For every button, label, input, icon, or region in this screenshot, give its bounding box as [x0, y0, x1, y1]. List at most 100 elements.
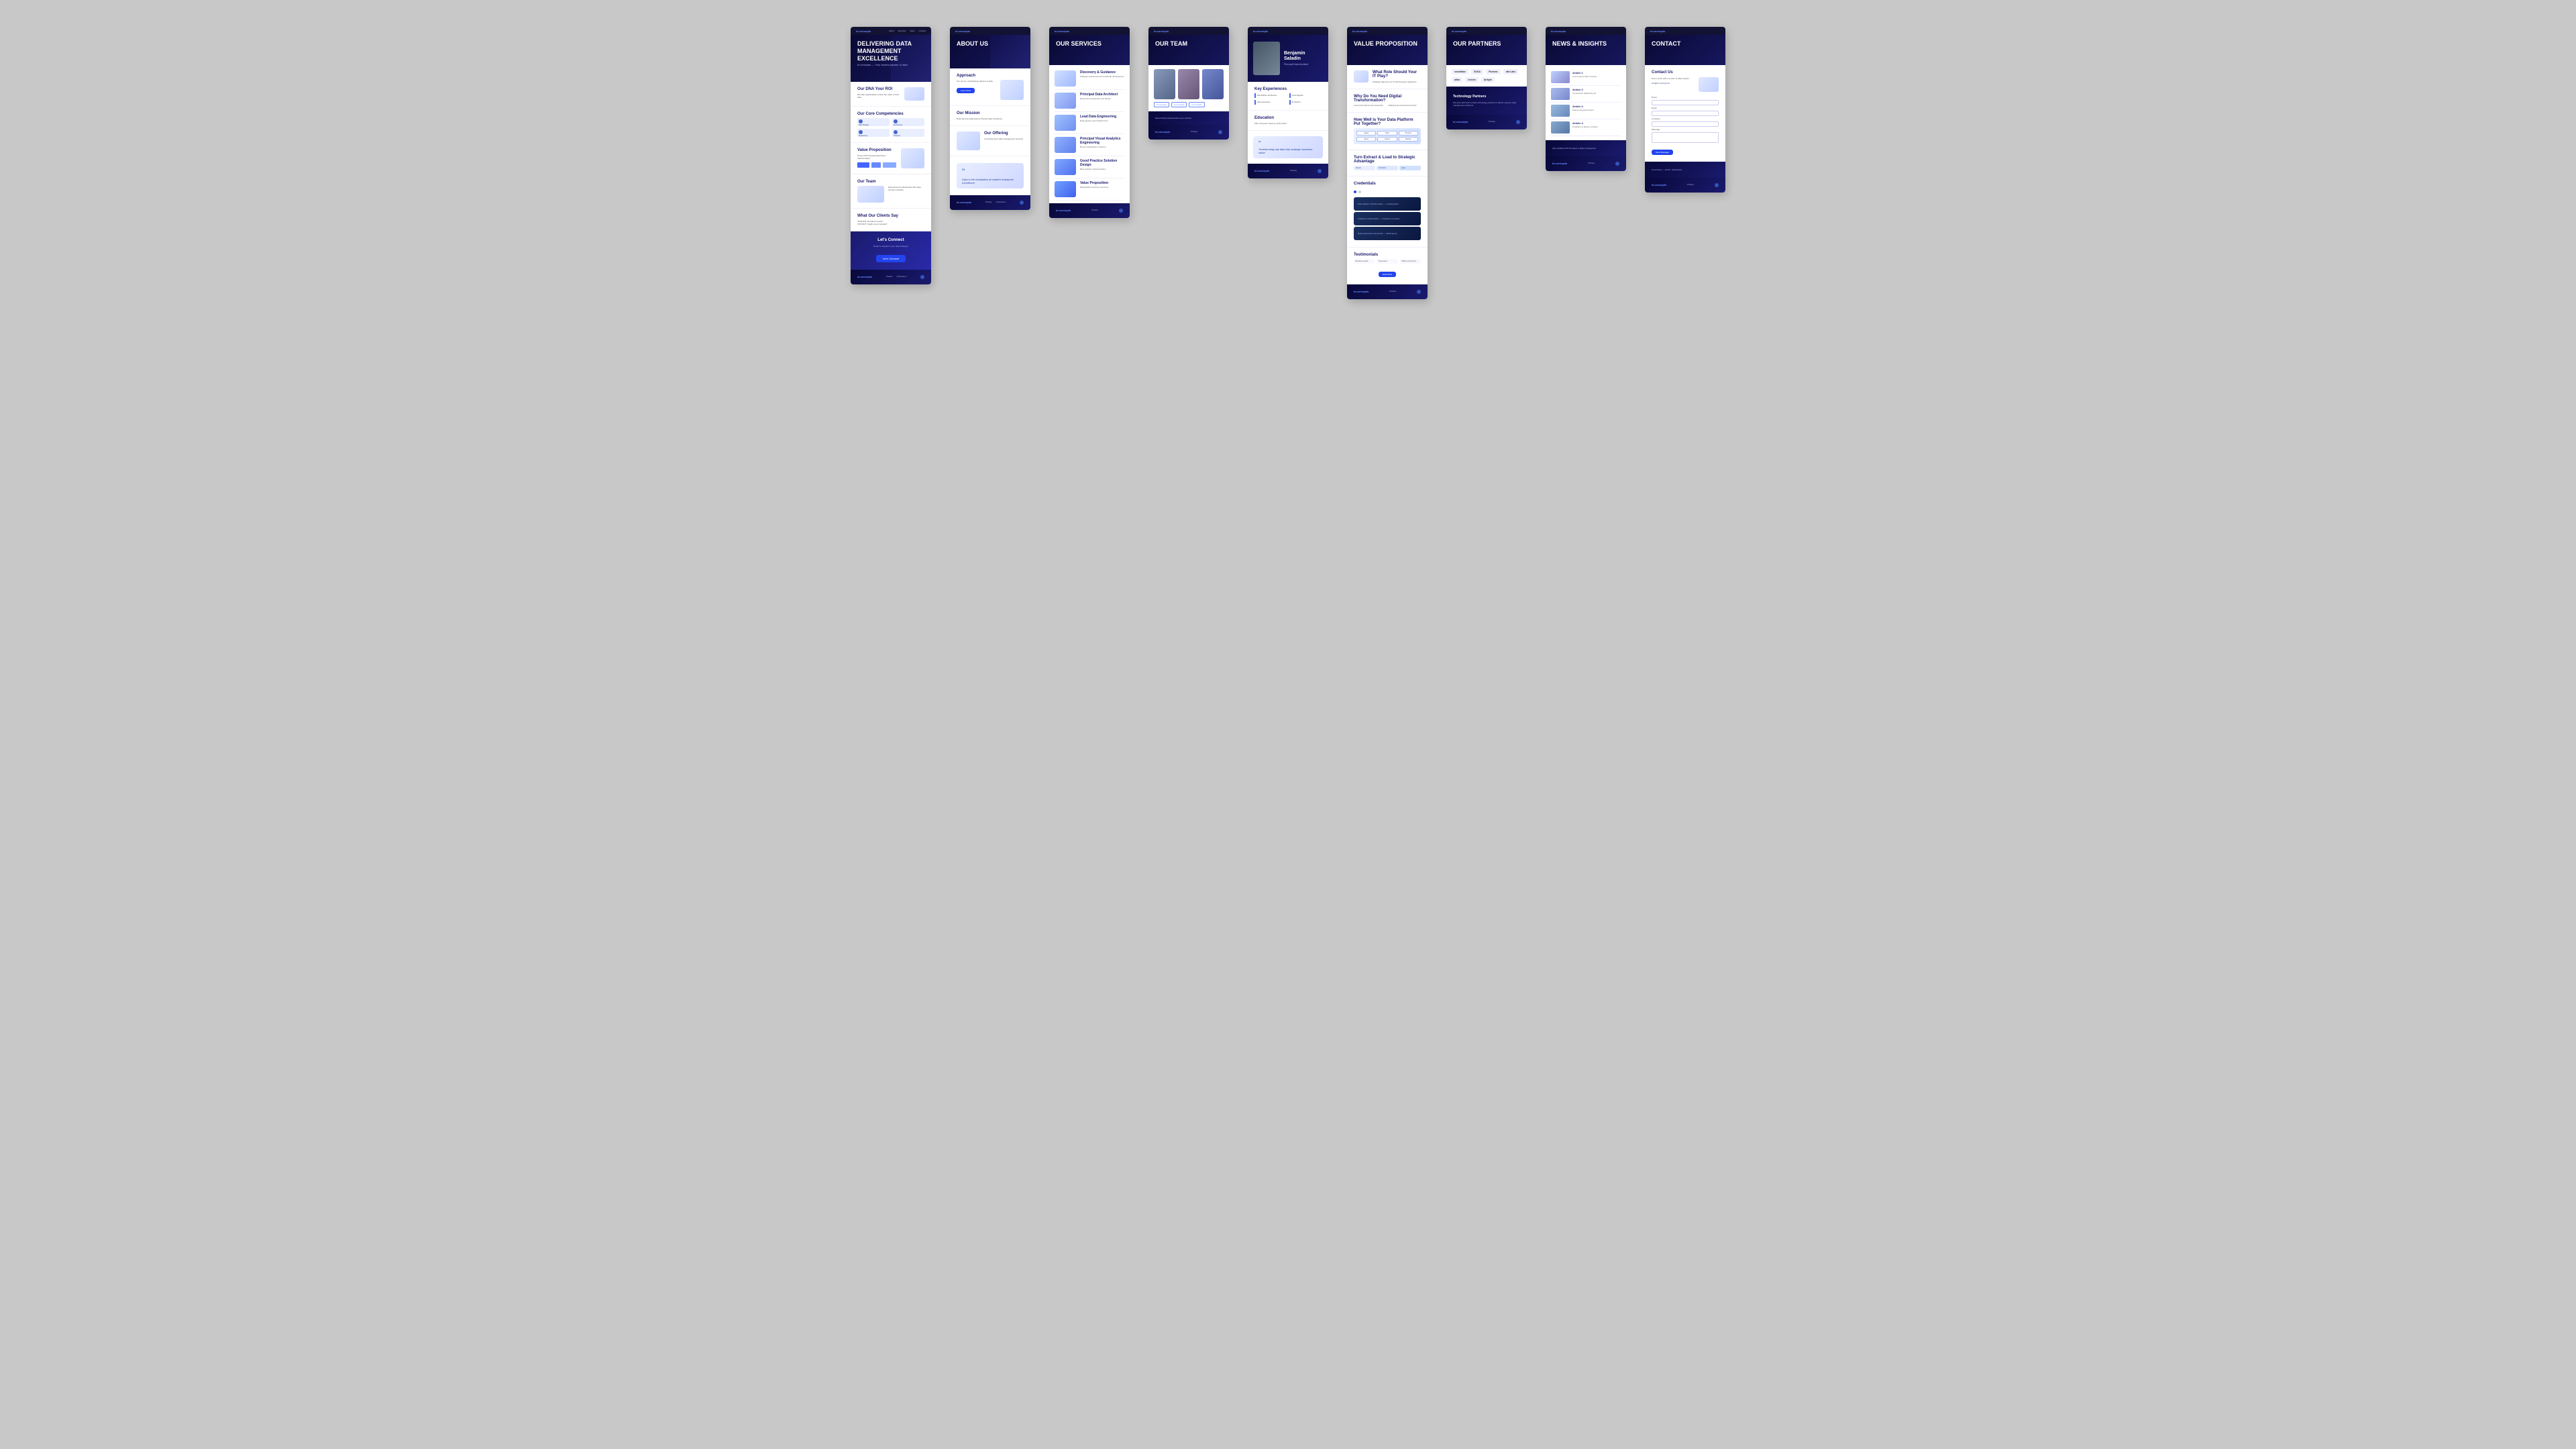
home-competencies-title: Our Core Competencies — [857, 112, 924, 116]
contact-message-input[interactable] — [1652, 132, 1719, 143]
person-experiences-content: Data Platform Architecture Cloud Migrati… — [1254, 93, 1322, 105]
services-hero-text: OUR SERVICES — [1049, 35, 1130, 53]
value-digital-section: Why Do You Need Digital Transformation? … — [1347, 89, 1428, 113]
contact-linkedin-icon[interactable] — [1715, 183, 1719, 187]
news-footer-logo: bi.concepts — [1552, 162, 1567, 165]
partners-footer-link-1[interactable]: Privacy — [1489, 120, 1495, 123]
team-nav-logo: bi.concepts — [1154, 30, 1169, 33]
team-footer: bi.concepts Privacy — [1148, 125, 1229, 140]
home-dna-text: We help organizations unlock the value o… — [857, 93, 900, 99]
services-nav: bi.concepts — [1049, 27, 1130, 35]
nav-contact[interactable]: Contact — [919, 30, 926, 32]
home-dna-image — [904, 87, 924, 101]
value-etl-title: Turn Extract & Load to Strategic Advanta… — [1354, 156, 1421, 164]
partners-hero: OUR PARTNERS — [1446, 35, 1527, 65]
partners-hero-text: OUR PARTNERS — [1446, 35, 1527, 53]
cred-dot-1[interactable] — [1354, 191, 1356, 193]
person-linkedin-icon[interactable] — [1318, 169, 1322, 173]
home-competencies-grid: Data Strategy Architecture Engineering A… — [857, 118, 924, 137]
linkedin-icon[interactable] — [920, 275, 924, 279]
value-hero: VALUE PROPOSITION — [1347, 35, 1428, 65]
partners-dark-title: Technology Partners — [1453, 95, 1520, 99]
news-linkedin-icon[interactable] — [1615, 162, 1619, 166]
news-footer-link-1[interactable]: Privacy — [1588, 162, 1595, 164]
team-linkedin-icon[interactable] — [1218, 130, 1222, 134]
value-bar-3 — [883, 162, 896, 168]
exp-item-3: Data Governance — [1254, 100, 1287, 105]
team-footer-link-1[interactable]: Privacy — [1191, 130, 1197, 133]
partners-linkedin-icon[interactable] — [1516, 120, 1520, 124]
value-footer-link-1[interactable]: Privacy — [1389, 290, 1396, 292]
about-quote: " Data is the foundation of modern enter… — [957, 163, 1024, 189]
news-text-2: Article 2 Consectetur adipiscing elit — [1572, 88, 1596, 100]
about-offering-image — [957, 131, 980, 150]
home-hero-text: DELIVERING DATA MANAGEMENT EXCELLENCE bi… — [851, 35, 931, 72]
contact-message-label: Message — [1652, 128, 1719, 131]
nav-services[interactable]: Services — [898, 30, 906, 32]
about-footer-link-2[interactable]: Impressum — [996, 201, 1006, 203]
contact-email-input[interactable] — [1652, 111, 1719, 116]
home-value-title: Value Proposition — [857, 148, 897, 152]
services-footer-logo: bi.concepts — [1056, 209, 1071, 212]
about-footer-links: Privacy Impressum — [985, 201, 1006, 203]
service-architect-icon — [1055, 93, 1076, 109]
services-linkedin-icon[interactable] — [1119, 209, 1123, 213]
home-hero-sub: bi.concepts — Your trusted partner in da… — [857, 63, 924, 66]
testimonials-more-btn[interactable]: Read More — [1379, 272, 1397, 277]
contact-footer: bi.concepts Privacy — [1645, 178, 1725, 193]
contact-footer-link-1[interactable]: Privacy — [1687, 183, 1694, 186]
home-team-text: Experienced professionals with deep doma… — [888, 186, 924, 191]
news-dark-text: Stay updated with the latest in data man… — [1552, 147, 1619, 150]
about-page: bi.concepts ABOUT US Approach Our proven… — [950, 27, 1030, 210]
value-platform-section: How Well is Your Data Platform Put Toget… — [1347, 113, 1428, 150]
partners-dark-text: We work with best-in-class technology pa… — [1453, 101, 1520, 107]
footer-link-privacy[interactable]: Privacy — [886, 275, 893, 278]
home-connect-title: Let's Connect — [859, 238, 923, 242]
value-it-title: What Role Should Your IT Play? — [1373, 70, 1421, 78]
lets-connect-button[interactable]: Let's Connect — [876, 255, 906, 262]
services-footer: bi.concepts Privacy — [1049, 203, 1130, 218]
service-analytics-text: Principal Visual Analytics Engineering B… — [1080, 137, 1124, 148]
person-footer-link-1[interactable]: Privacy — [1290, 169, 1297, 172]
news-img-1 — [1551, 71, 1570, 83]
news-page: bi.concepts NEWS & INSIGHTS Article 1 Lo… — [1546, 27, 1626, 171]
news-img-2 — [1551, 88, 1570, 100]
nav-team[interactable]: Team — [910, 30, 914, 32]
person-experiences-section: Key Experiences Data Platform Architectu… — [1248, 82, 1328, 111]
contact-company-input[interactable] — [1652, 121, 1719, 127]
value-linkedin-icon[interactable] — [1417, 290, 1421, 294]
about-hero: ABOUT US — [950, 35, 1030, 68]
services-hero-title: OUR SERVICES — [1056, 40, 1123, 48]
about-offering-row: Our Offering Comprehensive data manageme… — [957, 131, 1024, 150]
news-text-3: Article 3 Sed do eiusmod tempor — [1572, 105, 1594, 117]
home-connect-btn-wrapper: Let's Connect — [859, 251, 923, 263]
home-team-row: Experienced professionals with deep doma… — [857, 186, 924, 203]
team-footer-links: Privacy — [1191, 130, 1197, 133]
tech-node-6: Monitor — [1399, 137, 1418, 142]
service-discovery-icon — [1055, 70, 1076, 87]
services-footer-link-1[interactable]: Privacy — [1091, 209, 1098, 211]
home-team-image — [857, 186, 884, 203]
nav-about[interactable]: About — [889, 30, 894, 32]
cred-dot-2[interactable] — [1358, 191, 1361, 193]
value-etl-section: Turn Extract & Load to Strategic Advanta… — [1347, 150, 1428, 176]
service-value-icon — [1055, 181, 1076, 197]
about-approach-btn[interactable]: Learn More — [957, 88, 975, 93]
value-it-text-col: What Role Should Your IT Play? Strategic… — [1373, 70, 1421, 83]
about-linkedin-icon[interactable] — [1020, 201, 1024, 205]
news-img-4 — [1551, 121, 1570, 133]
value-digital-cols: Lorem ipsum dolor sit amet consectetur A… — [1354, 105, 1421, 107]
services-page: bi.concepts OUR SERVICES Discovery & Gui… — [1049, 27, 1130, 218]
service-value-title: Value Proposition — [1080, 181, 1108, 185]
contact-name-input[interactable] — [1652, 100, 1719, 105]
team-member-photo-3 — [1202, 69, 1224, 99]
person-footer-social — [1318, 169, 1322, 173]
person-name: Benjamin Saladin — [1284, 51, 1323, 62]
value-digital-col-2: Adipiscing elit sed do eiusmod tempor — [1389, 105, 1421, 107]
about-footer-link-1[interactable]: Privacy — [985, 201, 992, 203]
contact-send-button[interactable]: Send Message — [1652, 150, 1673, 155]
home-clients-title: What Our Clients Say — [857, 214, 924, 218]
partners-nav: bi.concepts — [1446, 27, 1527, 35]
home-footer: bi.concepts Privacy Impressum — [851, 270, 931, 284]
footer-link-impressum[interactable]: Impressum — [897, 275, 907, 278]
